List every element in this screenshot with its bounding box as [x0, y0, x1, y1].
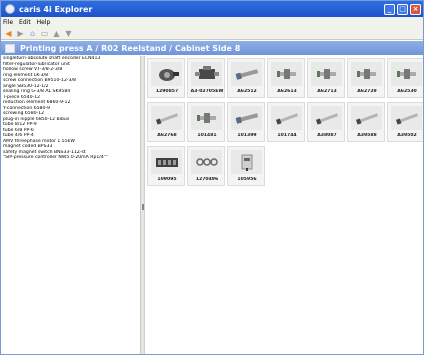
part-number-label: A39588 — [357, 133, 377, 138]
part-number-label: 101744 — [277, 133, 297, 138]
part-number-label: A62613 — [277, 89, 297, 94]
part-number-label: 1290857 — [155, 89, 179, 94]
part-number-label: 105956 — [237, 177, 257, 182]
down-icon[interactable]: ▼ — [64, 29, 73, 38]
part-number-label: 1270496 — [195, 177, 219, 182]
part-number-label: A62713 — [317, 89, 337, 94]
part-thumbnail[interactable]: 101399 — [227, 102, 265, 142]
title-bar[interactable]: caris 4i Explorer _ □ × — [1, 1, 423, 17]
part-thumbnail[interactable]: A62613 — [267, 58, 305, 98]
part-image — [231, 62, 262, 86]
part-number-label: A62530 — [397, 89, 417, 94]
part-thumbnail[interactable]: A3-02705EW — [187, 58, 225, 98]
menu-edit[interactable]: Edit — [19, 19, 31, 26]
part-image — [351, 62, 382, 86]
close-button[interactable]: × — [410, 3, 421, 15]
part-number-label: A39502 — [397, 133, 417, 138]
part-image — [151, 106, 182, 130]
part-image — [271, 106, 302, 130]
part-thumbnail[interactable]: 109095 — [147, 146, 185, 186]
part-number-label: A38087 — [317, 133, 337, 138]
window-title: caris 4i Explorer — [19, 4, 93, 14]
part-thumbnail[interactable]: 1290857 — [147, 58, 185, 98]
up-icon[interactable]: ▲ — [52, 29, 61, 38]
location-header: Printing press A / R02 Reelstand / Cabin… — [1, 41, 423, 55]
parts-list-item[interactable]: "SIP-pressure controller NW5 0-20mA Rp1/… — [1, 155, 140, 161]
parts-list: singleturn-absolute shaft encoder ECN413… — [1, 56, 141, 354]
part-number-label: A62729 — [357, 89, 377, 94]
part-number-label: 109095 — [157, 177, 177, 182]
part-thumbnail[interactable]: A39588 — [347, 102, 385, 142]
part-number-label: A62768 — [157, 133, 177, 138]
part-thumbnail[interactable]: 1270496 — [187, 146, 225, 186]
part-image — [191, 62, 222, 86]
panel-splitter[interactable] — [141, 56, 145, 354]
part-image — [191, 106, 222, 130]
part-thumbnail[interactable]: A39502 — [387, 102, 423, 142]
menu-file[interactable]: File — [3, 19, 13, 26]
part-thumbnail[interactable]: A38087 — [307, 102, 345, 142]
location-title: Printing press A / R02 Reelstand / Cabin… — [20, 43, 241, 53]
part-image — [311, 62, 342, 86]
page-icon[interactable]: ▭ — [40, 29, 49, 38]
part-number-label: 101481 — [197, 133, 217, 138]
menu-bar: File Edit Help — [1, 17, 423, 28]
part-number-label: A62512 — [237, 89, 257, 94]
part-thumbnail[interactable]: 101481 — [187, 102, 225, 142]
explorer-window: caris 4i Explorer _ □ × File Edit Help ◀… — [0, 0, 424, 355]
part-thumbnail[interactable]: 105956 — [227, 146, 265, 186]
part-thumbnail[interactable]: 101744 — [267, 102, 305, 142]
part-image — [351, 106, 382, 130]
maximize-button[interactable]: □ — [397, 3, 408, 15]
part-thumbnail[interactable]: A62530 — [387, 58, 423, 98]
part-number-label: A3-02705EW — [190, 89, 224, 94]
app-icon — [5, 4, 15, 14]
forward-icon[interactable]: ▶ — [16, 29, 25, 38]
part-image — [391, 106, 422, 130]
part-thumbnail[interactable]: A62729 — [347, 58, 385, 98]
part-thumbnail[interactable]: A62713 — [307, 58, 345, 98]
toolbar: ◀ ▶ ⌂ ▭ ▲ ▼ — [1, 28, 423, 40]
part-image — [151, 150, 182, 174]
menu-help[interactable]: Help — [37, 19, 51, 26]
part-thumbnail[interactable]: A62768 — [147, 102, 185, 142]
part-image — [391, 62, 422, 86]
splitter-grip[interactable] — [142, 204, 144, 210]
folder-icon — [5, 43, 15, 53]
part-image — [231, 150, 262, 174]
part-thumbnail[interactable]: A62512 — [227, 58, 265, 98]
part-image — [191, 150, 222, 174]
part-number-label: 101399 — [237, 133, 257, 138]
part-image — [311, 106, 342, 130]
part-image — [231, 106, 262, 130]
home-icon[interactable]: ⌂ — [28, 29, 37, 38]
thumbnail-grid: 1290857 A3-02705EW A62512 A62613 A62713 A6272… — [146, 56, 423, 354]
part-image — [271, 62, 302, 86]
minimize-button[interactable]: _ — [384, 3, 395, 15]
part-image — [151, 62, 182, 86]
back-icon[interactable]: ◀ — [4, 29, 13, 38]
